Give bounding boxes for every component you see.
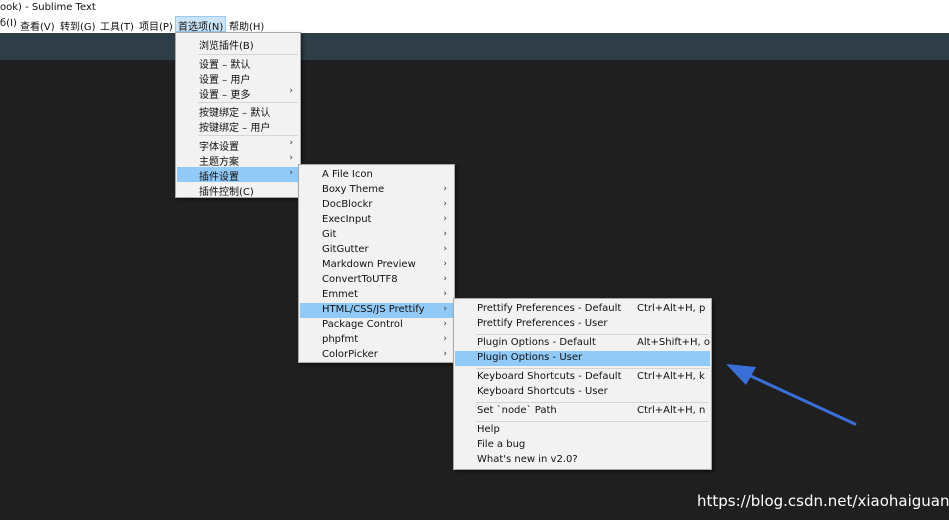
menu-project[interactable]: 项目(P) [139, 18, 173, 33]
chevron-right-icon: › [443, 229, 447, 239]
menu-edit-partial[interactable]: б(I) [0, 18, 17, 29]
prettify-menu: Prettify Preferences - Default Ctrl+Alt+… [453, 298, 712, 470]
menu-separator [476, 402, 709, 403]
preferences-menu: 浏览插件(B) 设置 – 默认 设置 – 用户 设置 – 更多 › 按键绑定 –… [175, 32, 301, 198]
menu-tools[interactable]: 工具(T) [100, 18, 134, 33]
menu-item-color-scheme[interactable]: 主题方案 › [177, 152, 299, 168]
watermark-text: https://blog.csdn.net/xiaohaiguang [697, 492, 949, 510]
chevron-right-icon: › [443, 199, 447, 209]
shortcut-label: Ctrl+Alt+H, k [637, 371, 705, 382]
menu-item-settings-more[interactable]: 设置 – 更多 › [177, 85, 299, 101]
menu-separator [476, 368, 709, 369]
menu-bar: б(I) 查看(V) 转到(G) 工具(T) 项目(P) 首选项(N) 帮助(H… [0, 16, 949, 33]
menu-item-html-css-js-prettify[interactable]: HTML/CSS/JS Prettify › [300, 303, 453, 318]
window-title: ook) - Sublime Text [0, 2, 96, 13]
chevron-right-icon: › [289, 86, 293, 96]
menu-item-package-control[interactable]: 插件控制(C) [177, 182, 299, 198]
menu-item-emmet[interactable]: Emmet › [300, 288, 453, 303]
chevron-right-icon: › [443, 244, 447, 254]
chevron-right-icon: › [443, 289, 447, 299]
menu-item-keyboard-shortcuts-default[interactable]: Keyboard Shortcuts - Default Ctrl+Alt+H,… [455, 370, 710, 385]
menu-separator [476, 334, 709, 335]
menu-item-keybindings-default[interactable]: 按键绑定 – 默认 [177, 103, 299, 119]
menu-item-keybindings-user[interactable]: 按键绑定 – 用户 [177, 118, 299, 134]
pointer-arrow-icon [726, 364, 857, 426]
menu-help[interactable]: 帮助(H) [229, 18, 264, 33]
menu-item-markdown-preview[interactable]: Markdown Preview › [300, 258, 453, 273]
menu-item-git[interactable]: Git › [300, 228, 453, 243]
chevron-right-icon: › [289, 168, 293, 178]
menu-item-plugin-options-default[interactable]: Plugin Options - Default Alt+Shift+H, o [455, 336, 710, 351]
menu-item-set-node-path[interactable]: Set `node` Path Ctrl+Alt+H, n [455, 404, 710, 419]
chevron-right-icon: › [443, 334, 447, 344]
menu-item-prettify-prefs-default[interactable]: Prettify Preferences - Default Ctrl+Alt+… [455, 302, 710, 317]
menu-item-gitgutter[interactable]: GitGutter › [300, 243, 453, 258]
menu-item-keyboard-shortcuts-user[interactable]: Keyboard Shortcuts - User [455, 385, 710, 400]
menu-item-font[interactable]: 字体设置 › [177, 137, 299, 153]
menu-item-plugin-options-user[interactable]: Plugin Options - User [455, 351, 710, 366]
title-bar: ook) - Sublime Text [0, 0, 949, 16]
menu-item-file-a-bug[interactable]: File a bug [455, 438, 710, 453]
menu-item-phpfmt[interactable]: phpfmt › [300, 333, 453, 348]
menu-item-converttoutf8[interactable]: ConvertToUTF8 › [300, 273, 453, 288]
package-settings-menu: A File Icon Boxy Theme › DocBlockr › Exe… [298, 164, 455, 363]
menu-item-help[interactable]: Help [455, 423, 710, 438]
shortcut-label: Alt+Shift+H, o [637, 337, 711, 348]
menu-item-boxy-theme[interactable]: Boxy Theme › [300, 183, 453, 198]
chevron-right-icon: › [443, 304, 447, 314]
menu-item-settings-default[interactable]: 设置 – 默认 [177, 55, 299, 71]
chevron-right-icon: › [443, 214, 447, 224]
menu-separator [198, 135, 298, 136]
menu-item-whats-new[interactable]: What's new in v2.0? [455, 453, 710, 468]
menu-item-execinput[interactable]: ExecInput › [300, 213, 453, 228]
chevron-right-icon: › [289, 138, 293, 148]
chevron-right-icon: › [443, 319, 447, 329]
chevron-right-icon: › [443, 259, 447, 269]
shortcut-label: Ctrl+Alt+H, p [637, 303, 706, 314]
menu-item-browse-packages[interactable]: 浏览插件(B) [177, 36, 299, 52]
menu-item-package-control[interactable]: Package Control › [300, 318, 453, 333]
menu-view[interactable]: 查看(V) [20, 18, 55, 33]
shortcut-label: Ctrl+Alt+H, n [637, 405, 706, 416]
menu-preferences[interactable]: 首选项(N) [175, 16, 227, 33]
menu-item-package-settings[interactable]: 插件设置 › [177, 167, 299, 183]
chevron-right-icon: › [289, 153, 293, 163]
menu-item-prettify-prefs-user[interactable]: Prettify Preferences - User [455, 317, 710, 332]
tab-bar [0, 33, 949, 60]
menu-item-colorpicker[interactable]: ColorPicker › [300, 348, 453, 363]
menu-item-settings-user[interactable]: 设置 – 用户 [177, 70, 299, 86]
menu-item-docblockr[interactable]: DocBlockr › [300, 198, 453, 213]
menu-goto[interactable]: 转到(G) [60, 18, 96, 33]
chevron-right-icon: › [443, 349, 447, 359]
menu-separator [476, 421, 709, 422]
chevron-right-icon: › [443, 274, 447, 284]
chevron-right-icon: › [443, 184, 447, 194]
menu-item-a-file-icon[interactable]: A File Icon [300, 168, 453, 183]
